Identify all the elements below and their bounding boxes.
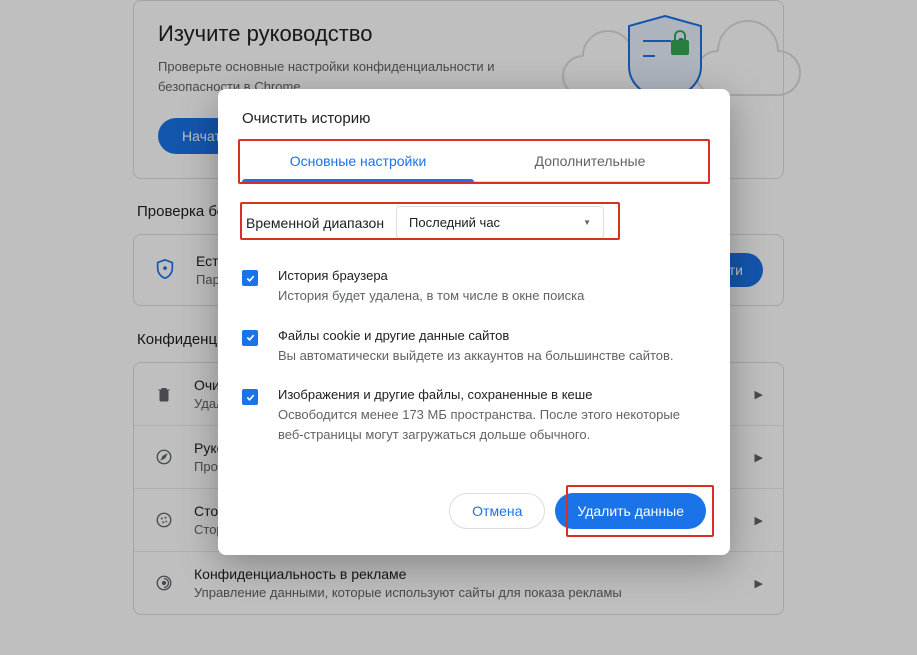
option-title: Изображения и другие файлы, сохраненные … [278, 387, 706, 402]
checkbox-cache[interactable] [242, 389, 258, 405]
dialog-title: Очистить историю [218, 89, 730, 141]
delete-data-button[interactable]: Удалить данные [555, 493, 706, 529]
option-title: Файлы cookie и другие данные сайтов [278, 328, 674, 343]
tabs: Основные настройки Дополнительные [242, 141, 706, 182]
time-range-value: Последний час [409, 215, 500, 230]
time-range-label: Временной диапазон [242, 215, 396, 231]
time-range-select[interactable]: Последний час ▼ [396, 206, 604, 239]
option-cache: Изображения и другие файлы, сохраненные … [242, 376, 706, 455]
option-cookies: Файлы cookie и другие данные сайтов Вы а… [242, 317, 706, 377]
caret-down-icon: ▼ [583, 218, 591, 227]
tab-basic[interactable]: Основные настройки [242, 141, 474, 181]
clear-history-dialog: Очистить историю Основные настройки Допо… [218, 89, 730, 555]
tab-advanced[interactable]: Дополнительные [474, 141, 706, 181]
checkbox-history[interactable] [242, 270, 258, 286]
option-desc: История будет удалена, в том числе в окн… [278, 286, 584, 306]
checkbox-cookies[interactable] [242, 330, 258, 346]
options-list: История браузера История будет удалена, … [218, 249, 730, 485]
dialog-actions: Отмена Удалить данные [218, 485, 730, 555]
option-browsing-history: История браузера История будет удалена, … [242, 257, 706, 317]
option-desc: Освободится менее 173 МБ пространства. П… [278, 405, 706, 444]
time-range-row: Временной диапазон Последний час ▼ [218, 182, 730, 249]
option-desc: Вы автоматически выйдете из аккаунтов на… [278, 346, 674, 366]
cancel-button[interactable]: Отмена [449, 493, 545, 529]
option-title: История браузера [278, 268, 584, 283]
